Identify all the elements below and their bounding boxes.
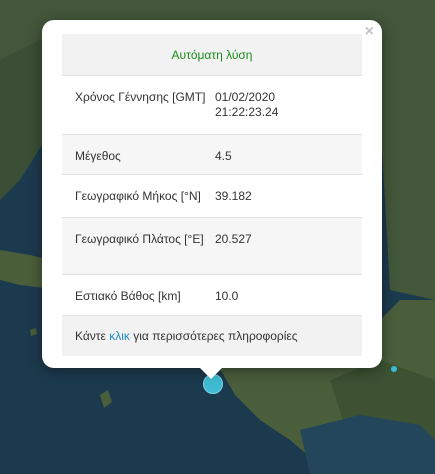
popup-footer: Κάντε κλικ για περισσότερες πληροφορίες: [62, 315, 362, 356]
latitude-label: Γεωγραφικό Μήκος [°N]: [62, 174, 215, 218]
table-row: Χρόνος Γέννησης [GMT] 01/02/2020 21:22:2…: [62, 75, 362, 135]
earthquake-details-table: Αυτόματη λύση Χρόνος Γέννησης [GMT] 01/0…: [62, 34, 362, 356]
more-info-link[interactable]: κλικ: [109, 329, 130, 343]
latitude-value: 39.182: [215, 174, 362, 218]
footer-prefix: Κάντε: [75, 329, 106, 343]
popup-header-row: Αυτόματη λύση: [62, 34, 362, 76]
popup-footer-row: Κάντε κλικ για περισσότερες πληροφορίες: [62, 315, 362, 356]
longitude-label: Γεωγραφικό Πλάτος [°E]: [62, 217, 215, 275]
magnitude-label: Μέγεθος: [62, 134, 215, 175]
origin-time-value: 01/02/2020 21:22:23.24: [215, 75, 362, 135]
table-row: Μέγεθος 4.5: [62, 134, 362, 175]
popup-header: Αυτόματη λύση: [62, 34, 362, 76]
earthquake-marker-small[interactable]: [391, 366, 397, 372]
origin-clock: 21:22:23.24: [215, 105, 279, 119]
table-row: Γεωγραφικό Πλάτος [°E] 20.527: [62, 217, 362, 275]
depth-label: Εστιακό Βάθος [km]: [62, 274, 215, 316]
origin-time-label: Χρόνος Γέννησης [GMT]: [62, 75, 215, 135]
table-row: Εστιακό Βάθος [km] 10.0: [62, 274, 362, 316]
depth-value: 10.0: [215, 274, 362, 316]
longitude-value: 20.527: [215, 217, 362, 275]
footer-suffix: για περισσότερες πληροφορίες: [133, 329, 298, 343]
popup-tip: [200, 368, 222, 379]
table-row: Γεωγραφικό Μήκος [°N] 39.182: [62, 174, 362, 218]
magnitude-value: 4.5: [215, 134, 362, 175]
close-icon[interactable]: ×: [365, 24, 374, 40]
origin-date: 01/02/2020: [215, 90, 276, 104]
earthquake-popup: × Αυτόματη λύση Χρόνος Γέννησης [GMT] 01…: [42, 20, 382, 368]
